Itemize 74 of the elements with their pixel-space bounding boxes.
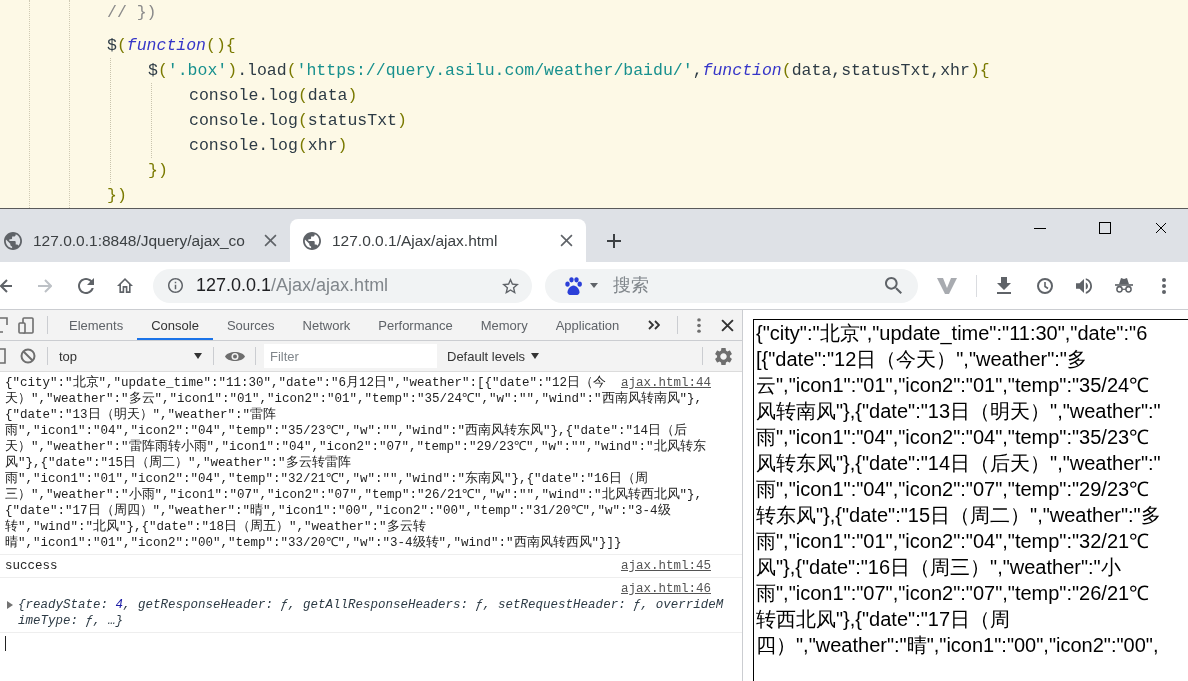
kebab-menu-icon[interactable] — [697, 317, 702, 333]
device-icon[interactable] — [18, 316, 34, 334]
info-icon[interactable] — [168, 278, 183, 293]
log-line: success — [5, 558, 58, 574]
back-arrow-icon[interactable] — [0, 278, 12, 293]
page-text: {"city":"北京","update_time":"11:30","date":"6 [{"date":"12日（今天）","weather":"多 云","icon1":"01","icon2":"01","temp":"35/24℃ 风转南风"},{"date":"13日（明天）","weather":" 雨","icon1":"04","icon2":"04","temp":"35/23℃ 风转东风"},{"date":"14日（后天）","weather":" 雨","icon1":"04","icon2":"07","temp":"29/23℃ 转东风"},{"date":"15日（周二）","weather":"多 雨","icon1":"01","icon2":"04","temp":"32/21℃ 风"},{"date":"16日（周三）","weather":"小 雨","icon1":"07","icon2":"07","temp":"26/21℃ 转西北风"},{"date":"17日（周 四）","weather":"晴","icon1":"00","icon2":"00", — [756, 321, 1161, 658]
object-preview[interactable]: imeType: ƒ, …} — [18, 613, 124, 629]
code-line: console.log(xhr) — [189, 135, 348, 157]
code-line: console.log(statusTxt) — [189, 110, 407, 132]
browser-tab[interactable]: 127.0.0.1:8848/Jquery/ajax_co — [0, 219, 290, 262]
gear-icon[interactable] — [715, 347, 732, 365]
search-input[interactable]: 搜索 — [613, 273, 885, 298]
clear-console-icon[interactable] — [20, 348, 36, 364]
log-line: 三）","weather":"小雨","icon1":"07","icon2":"07","temp":"26/21℃","w":"","wind":"北风转西北风"}, — [5, 487, 703, 503]
double-chevron-icon[interactable] — [648, 320, 661, 330]
code-line: $(function(){ — [107, 35, 236, 57]
close-icon[interactable] — [721, 318, 735, 332]
devtools-tab[interactable]: Memory — [466, 310, 542, 340]
code-line: // }) — [107, 2, 157, 24]
reload-icon[interactable] — [78, 277, 94, 294]
clock-icon[interactable] — [1037, 277, 1053, 294]
download-icon[interactable] — [997, 277, 1011, 294]
minimize-icon[interactable] — [1034, 227, 1046, 229]
search-icon[interactable] — [885, 277, 902, 294]
kebab-menu-icon[interactable] — [1162, 277, 1166, 294]
incognito-icon[interactable] — [1115, 278, 1133, 293]
log-line: 晴","icon1":"01","icon2":"00","temp":"33/20℃","w":"3-4级转","wind":"西南风转西风"}]} — [5, 535, 622, 551]
paw-icon — [565, 276, 582, 295]
code-line: console.log(data) — [189, 85, 358, 107]
devtools-tab[interactable]: Sources — [212, 310, 289, 340]
address-bar[interactable]: 127.0.0.1/Ajax/ajax.html — [153, 268, 532, 303]
search-bar[interactable]: 搜索 — [545, 268, 918, 303]
home-icon[interactable] — [117, 278, 133, 293]
log-line: {"city":"北京","update_time":"11:30","date":"6月12日","weather":[{"date":"12日（今 — [5, 375, 607, 391]
log-line: {"date":"13日（明天）","weather":"雷阵 — [5, 407, 277, 423]
source-link[interactable]: ajax.html:46 — [621, 581, 711, 597]
log-line: 雨","icon1":"04","icon2":"04","temp":"35/23℃","w":"","wind":"西南风转东风"},{"date":"14日（后 — [5, 423, 688, 439]
caret-icon[interactable] — [590, 283, 598, 288]
filter-field[interactable]: Filter — [264, 344, 437, 368]
log-line: 天）","weather":"多云","icon1":"01","icon2":"01","temp":"35/24℃","w":"","wind":"西南风转南风"}, — [5, 391, 703, 407]
source-link[interactable]: ajax.html:44 — [621, 375, 711, 391]
context-select[interactable]: top — [59, 348, 205, 364]
globe-icon — [303, 231, 321, 250]
browser-tab[interactable]: 127.0.0.1/Ajax/ajax.html — [290, 219, 586, 262]
object-preview[interactable]: {readyState: 4, getResponseHeader: ƒ, getAllResponseHeaders: ƒ, setRequestHeader: ƒ, overrideM — [18, 597, 724, 613]
devtools-tab[interactable]: Application — [541, 310, 634, 340]
log-line: 雨","icon1":"01","icon2":"04","temp":"32/21℃","w":"","wind":"东南风"},{"date":"16日（周 — [5, 471, 649, 487]
log-line: 风"},{"date":"15日（周二）","weather":"多云转雷阵 — [5, 455, 351, 471]
log-line: 天）","weather":"雷阵雨转小雨","icon1":"04","icon2":"07","temp":"29/23℃","w":"","wind":"北风转东 — [5, 439, 706, 455]
bracket-icon[interactable] — [0, 348, 6, 364]
bracket-icon[interactable] — [0, 317, 8, 333]
caret-icon — [531, 353, 540, 359]
devtools-tab[interactable]: Network — [288, 310, 365, 340]
star-icon[interactable] — [502, 277, 519, 294]
code-line: }) — [107, 185, 127, 207]
caret-icon — [194, 353, 202, 359]
code-line: }) — [148, 160, 168, 182]
url-text: 127.0.0.1/Ajax/ajax.html — [196, 275, 389, 296]
globe-icon — [4, 231, 22, 250]
close-icon[interactable] — [560, 234, 573, 247]
devtools-tab[interactable]: Elements — [55, 310, 138, 340]
speaker-icon[interactable] — [1076, 277, 1092, 294]
devtools-tab[interactable]: Console — [137, 310, 213, 340]
source-link[interactable]: ajax.html:45 — [621, 558, 711, 574]
devtools-tab[interactable]: Performance — [364, 310, 467, 340]
close-icon[interactable] — [1155, 222, 1167, 234]
log-line: 转","wind":"北风"},{"date":"18日（周五）","weather":"多云转 — [5, 519, 426, 535]
log-line: {"date":"17日（周四）","weather":"晴","icon1":"00","icon2":"00","temp":"31/20℃","w":"3-4级 — [5, 503, 671, 519]
expand-triangle-icon[interactable] — [7, 601, 13, 609]
eye-icon[interactable] — [225, 349, 245, 363]
levels-dropdown[interactable]: Default levels — [447, 348, 540, 364]
code-line: $('.box').load('https://query.asilu.com/weather/baidu/',function(data,statusTxt,xhr){ — [148, 60, 990, 82]
plus-icon[interactable] — [607, 234, 621, 248]
maximize-icon[interactable] — [1099, 222, 1111, 234]
